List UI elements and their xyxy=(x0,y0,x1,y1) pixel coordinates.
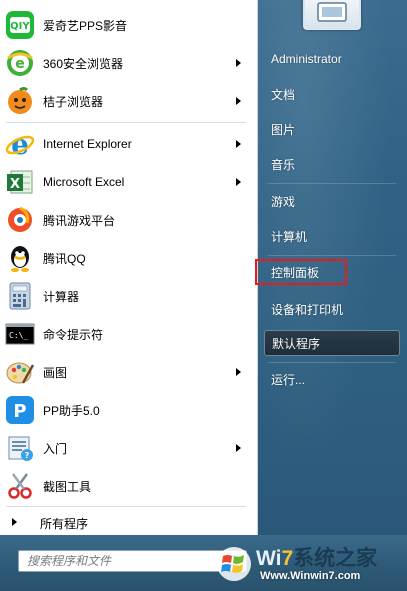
svg-text:iQIYI: iQIYI xyxy=(7,21,34,32)
watermark-title: Wi7系统之家 xyxy=(256,542,377,572)
program-item-command-prompt[interactable]: C:\_ 命令提示符 xyxy=(0,316,253,352)
orange-browser-icon xyxy=(4,85,36,117)
right-item-control-panel[interactable]: 控制面板 xyxy=(255,259,347,285)
getting-started-icon: ? xyxy=(4,432,36,464)
program-label: 360安全浏览器 xyxy=(43,56,124,71)
svg-text:C:\_: C:\_ xyxy=(9,331,28,340)
right-item-default-programs[interactable]: 默认程序 xyxy=(264,330,400,356)
right-separator xyxy=(268,255,396,256)
right-item-administrator[interactable]: Administrator xyxy=(264,46,400,72)
pinned-separator xyxy=(6,122,246,123)
paint-icon xyxy=(4,356,36,388)
svg-text:P: P xyxy=(13,401,26,422)
triangle-right-icon xyxy=(12,518,17,526)
svg-text:e: e xyxy=(11,129,29,159)
svg-text:e: e xyxy=(15,56,25,72)
right-item-label: 设备和打印机 xyxy=(271,302,344,317)
submenu-arrow-icon[interactable] xyxy=(236,59,241,67)
all-programs-button[interactable]: 所有程序 xyxy=(0,510,253,536)
right-item-label: 游戏 xyxy=(271,194,296,209)
right-item-label: 图片 xyxy=(271,122,296,137)
right-item-label: 音乐 xyxy=(271,157,296,172)
program-label: PP助手5.0 xyxy=(43,403,100,418)
right-item-documents[interactable]: 文档 xyxy=(264,81,400,107)
submenu-arrow-icon[interactable] xyxy=(236,140,241,148)
right-item-computer[interactable]: 计算机 xyxy=(264,223,400,249)
watermark-brand: 系统之家 xyxy=(293,547,378,570)
search-input[interactable] xyxy=(19,551,219,571)
program-label: Microsoft Excel xyxy=(43,175,125,189)
program-label: 腾讯游戏平台 xyxy=(43,213,116,228)
all-programs-separator xyxy=(6,506,246,507)
program-label: 爱奇艺PPS影音 xyxy=(43,18,128,33)
right-item-label: 计算机 xyxy=(271,229,308,244)
tencent-games-icon xyxy=(4,204,36,236)
program-label: 计算器 xyxy=(43,289,80,304)
right-item-label: Administrator xyxy=(271,52,342,66)
right-item-label: 默认程序 xyxy=(272,336,321,351)
calculator-icon xyxy=(4,280,36,312)
program-label: 命令提示符 xyxy=(43,327,104,342)
watermark: Wi7系统之家 Www.Winwin7.com xyxy=(216,540,407,588)
right-separator xyxy=(268,362,396,363)
user-picture[interactable] xyxy=(303,0,361,30)
command-prompt-icon: C:\_ xyxy=(4,318,36,350)
program-item-qq[interactable]: 腾讯QQ xyxy=(0,240,253,276)
program-item-getting-started[interactable]: ? 入门 xyxy=(0,430,253,466)
submenu-arrow-icon[interactable] xyxy=(236,368,241,376)
program-label: 入门 xyxy=(43,441,68,456)
program-item-pp-assistant[interactable]: P PP助手5.0 xyxy=(0,392,253,428)
right-item-games[interactable]: 游戏 xyxy=(264,188,400,214)
program-label: 截图工具 xyxy=(43,479,92,494)
program-item-calculator[interactable]: 计算器 xyxy=(0,278,253,314)
program-item-internet-explorer[interactable]: e Internet Explorer xyxy=(0,126,253,162)
qq-icon xyxy=(4,242,36,274)
svg-text:X: X xyxy=(10,177,20,192)
watermark-url: Www.Winwin7.com xyxy=(260,570,361,582)
right-item-pictures[interactable]: 图片 xyxy=(264,116,400,142)
program-label: 桔子浏览器 xyxy=(43,94,104,109)
program-label: 画图 xyxy=(43,365,68,380)
program-item-excel[interactable]: X Microsoft Excel xyxy=(0,164,253,200)
program-label: Internet Explorer xyxy=(43,137,132,151)
program-item-iqiyi[interactable]: iQIYI 爱奇艺PPS影音 xyxy=(0,7,253,43)
windows-logo-icon xyxy=(216,546,252,582)
watermark-win: Wi xyxy=(256,547,282,570)
svg-text:?: ? xyxy=(25,451,30,460)
360-browser-icon: e xyxy=(4,47,36,79)
program-item-orange-browser[interactable]: 桔子浏览器 xyxy=(0,83,253,119)
right-item-run[interactable]: 运行... xyxy=(264,366,400,392)
watermark-seven: 7 xyxy=(281,547,294,570)
program-item-tencent-games[interactable]: 腾讯游戏平台 xyxy=(0,202,253,238)
excel-icon: X xyxy=(4,166,36,198)
submenu-arrow-icon[interactable] xyxy=(236,178,241,186)
iqiyi-icon: iQIYI xyxy=(4,9,36,41)
program-item-360-browser[interactable]: e 360安全浏览器 xyxy=(0,45,253,81)
all-programs-label: 所有程序 xyxy=(40,517,89,531)
right-item-devices-printers[interactable]: 设备和打印机 xyxy=(264,296,400,322)
submenu-arrow-icon[interactable] xyxy=(236,444,241,452)
program-label: 腾讯QQ xyxy=(43,251,86,266)
search-box[interactable] xyxy=(18,550,247,572)
right-item-music[interactable]: 音乐 xyxy=(264,151,400,177)
snipping-tool-icon xyxy=(4,470,36,502)
program-item-snipping-tool[interactable]: 截图工具 xyxy=(0,468,253,504)
internet-explorer-icon: e xyxy=(4,128,36,160)
right-item-label: 运行... xyxy=(271,372,306,387)
pp-assistant-icon: P xyxy=(4,394,36,426)
submenu-arrow-icon[interactable] xyxy=(236,97,241,105)
right-separator xyxy=(268,183,396,184)
right-item-label: 文档 xyxy=(271,87,296,102)
right-item-label: 控制面板 xyxy=(271,265,320,280)
program-item-paint[interactable]: 画图 xyxy=(0,354,253,390)
